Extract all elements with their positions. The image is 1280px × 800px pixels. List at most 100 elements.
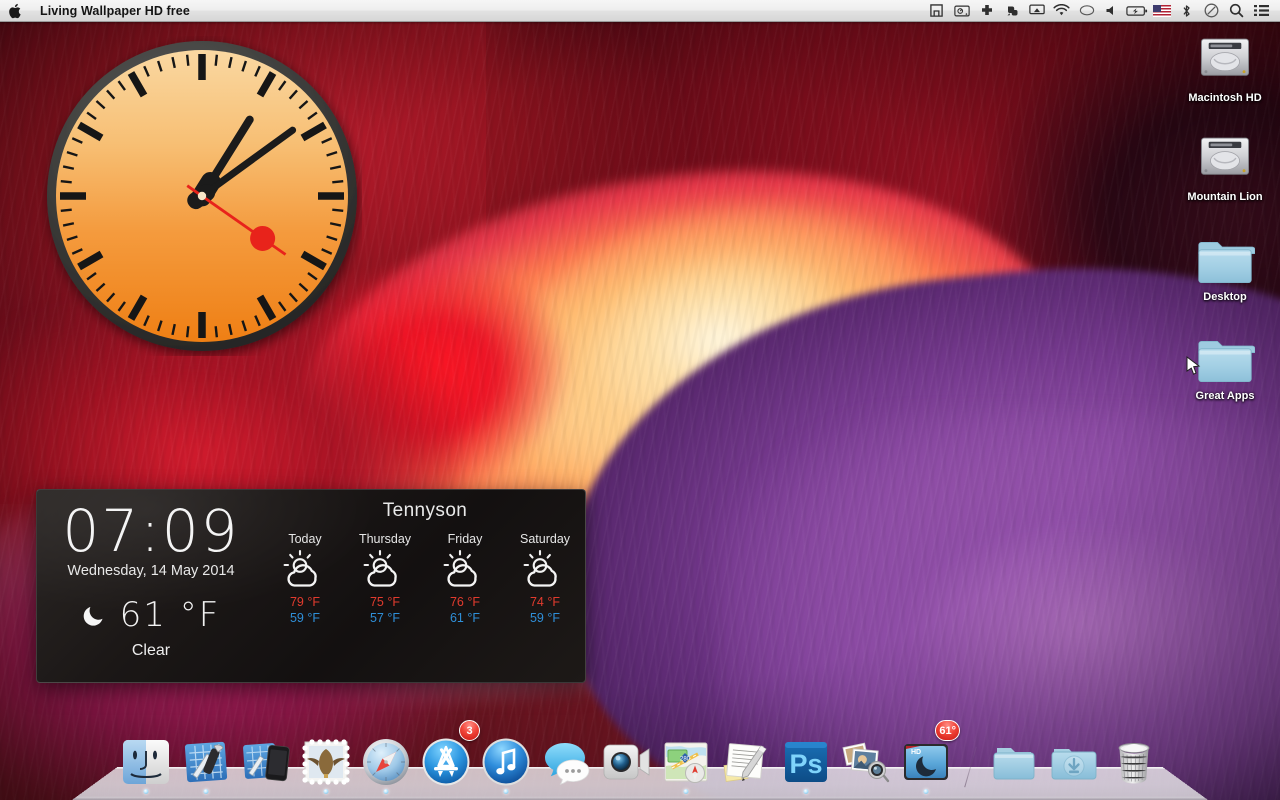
folder-icon — [1170, 324, 1280, 386]
dock-item-iphoto[interactable] — [837, 724, 895, 796]
desktop-icon-label: Mountain Lion — [1170, 191, 1280, 204]
forecast-days: Today 79 °F 59 °F Thursday 75 °F 57 °F F… — [265, 532, 585, 625]
dock-item-living-wallpaper-hd[interactable]: HD 61° — [897, 724, 955, 796]
forecast-day: Thursday 75 °F 57 °F — [345, 532, 425, 625]
running-indicator — [924, 789, 929, 794]
desktop-icon-desktop-folder[interactable]: Desktop — [1170, 225, 1280, 304]
maps-icon: 280 — [660, 736, 712, 788]
running-indicator — [804, 789, 809, 794]
weather-current-panel: 07:09 Wednesday, 14 May 2014 61 °F Clear — [37, 490, 265, 682]
livingwallpaper-icon: HD — [900, 736, 952, 788]
desktop-icon-label: Desktop — [1170, 291, 1280, 304]
running-indicator — [684, 789, 689, 794]
current-temperature: 61 °F — [120, 595, 221, 635]
input-flag-icon[interactable] — [1149, 0, 1174, 22]
forecast-high: 74 °F — [505, 595, 585, 609]
sun-behind-cloud-icon — [345, 548, 425, 592]
sun-behind-cloud-icon — [265, 548, 345, 592]
harddrive-icon — [1170, 125, 1280, 187]
widget-clock-date: Wednesday, 14 May 2014 — [37, 563, 265, 579]
desktop-icon-label: Great Apps — [1170, 390, 1280, 403]
timemachine-icon[interactable] — [949, 0, 974, 22]
dock-item-app-store[interactable]: 3 — [417, 724, 475, 796]
onepassword-cross-icon[interactable] — [974, 0, 999, 22]
dock: 3 — [0, 722, 1280, 800]
forecast-day: Today 79 °F 59 °F — [265, 532, 345, 625]
dock-item-trash[interactable] — [1105, 724, 1163, 796]
menu-bar-left: Living Wallpaper HD free — [0, 0, 200, 22]
svg-text:280: 280 — [680, 757, 691, 763]
dock-item-safari[interactable] — [357, 724, 415, 796]
desktop-icon-great-apps-folder[interactable]: Great Apps — [1170, 324, 1280, 403]
forecast-high: 79 °F — [265, 595, 345, 609]
itunes-icon — [480, 736, 532, 788]
dropbox-icon[interactable] — [924, 0, 949, 22]
forecast-low: 57 °F — [345, 611, 425, 625]
battery-icon[interactable] — [1124, 0, 1149, 22]
dock-item-maps[interactable]: 280 — [657, 724, 715, 796]
dock-item-documents-stack[interactable] — [985, 724, 1043, 796]
svg-text:Ps: Ps — [789, 749, 822, 779]
appstore-icon — [420, 736, 472, 788]
finder-icon — [120, 736, 172, 788]
dock-item-notes[interactable] — [717, 724, 775, 796]
swiss-railway-clock-widget[interactable] — [42, 36, 362, 356]
apple-logo-icon[interactable] — [0, 0, 30, 22]
weather-clock-widget[interactable]: 07:09 Wednesday, 14 May 2014 61 °F Clear… — [36, 489, 586, 683]
mail-icon — [300, 736, 352, 788]
forecast-low: 59 °F — [505, 611, 585, 625]
desktop-icon-macintosh-hd[interactable]: Macintosh HD — [1170, 26, 1280, 105]
dock-item-facetime[interactable] — [597, 724, 655, 796]
sun-behind-cloud-icon — [505, 548, 585, 592]
dock-item-xcode[interactable] — [177, 724, 235, 796]
dock-separator — [957, 724, 983, 796]
folder-icon — [988, 736, 1040, 788]
harddrive-icon — [1170, 26, 1280, 88]
weather-location: Tennyson — [265, 500, 585, 522]
dock-item-finder[interactable] — [117, 724, 175, 796]
dock-item-ios-simulator[interactable] — [237, 724, 295, 796]
forecast-day: Friday 76 °F 61 °F — [425, 532, 505, 625]
notification-center-list-icon[interactable] — [1249, 0, 1274, 22]
weather-forecast-panel: Tennyson Today 79 °F 59 °F Thursday 75 °… — [265, 490, 585, 682]
facetime-icon — [600, 736, 652, 788]
dock-item-mail[interactable] — [297, 724, 355, 796]
downloads-folder-icon — [1048, 736, 1100, 788]
desktop-icon-mountain-lion[interactable]: Mountain Lion — [1170, 125, 1280, 204]
living-wallpaper-badge: 61° — [935, 720, 960, 741]
bluetooth-icon[interactable] — [1174, 0, 1199, 22]
xcode-icon — [180, 736, 232, 788]
dock-item-messages[interactable] — [537, 724, 595, 796]
trash-icon — [1108, 736, 1160, 788]
current-condition-text: Clear — [37, 642, 265, 660]
menu-bar-status-items — [924, 0, 1280, 22]
airplay-icon[interactable] — [1024, 0, 1049, 22]
widget-clock-time: 07:09 — [37, 500, 265, 562]
menu-bar: Living Wallpaper HD free — [0, 0, 1280, 22]
dock-item-photoshop[interactable]: Ps — [777, 724, 835, 796]
spotlight-search-icon[interactable] — [1224, 0, 1249, 22]
forecast-day-label: Thursday — [345, 532, 425, 546]
dock-items: 3 — [0, 722, 1280, 796]
notification-bubble-icon[interactable] — [1074, 0, 1099, 22]
mouse-cursor-icon — [1186, 356, 1202, 376]
timemachine-clock-icon[interactable] — [1199, 0, 1224, 22]
simulator-icon — [240, 736, 292, 788]
desktop-icon-label: Macintosh HD — [1170, 92, 1280, 105]
forecast-high: 75 °F — [345, 595, 425, 609]
forecast-day-label: Friday — [425, 532, 505, 546]
sun-behind-cloud-icon — [425, 548, 505, 592]
evernote-elephant-icon[interactable] — [999, 0, 1024, 22]
menu-bar-app-title[interactable]: Living Wallpaper HD free — [30, 0, 200, 22]
iphoto-icon — [840, 736, 892, 788]
moon-icon — [82, 602, 108, 628]
forecast-day-label: Today — [265, 532, 345, 546]
running-indicator — [384, 789, 389, 794]
wifi-icon[interactable] — [1049, 0, 1074, 22]
forecast-day: Saturday 74 °F 59 °F — [505, 532, 585, 625]
current-conditions-row: 61 °F — [37, 595, 265, 635]
notes-icon — [720, 736, 772, 788]
dock-item-itunes[interactable] — [477, 724, 535, 796]
dock-item-downloads-stack[interactable] — [1045, 724, 1103, 796]
volume-icon[interactable] — [1099, 0, 1124, 22]
